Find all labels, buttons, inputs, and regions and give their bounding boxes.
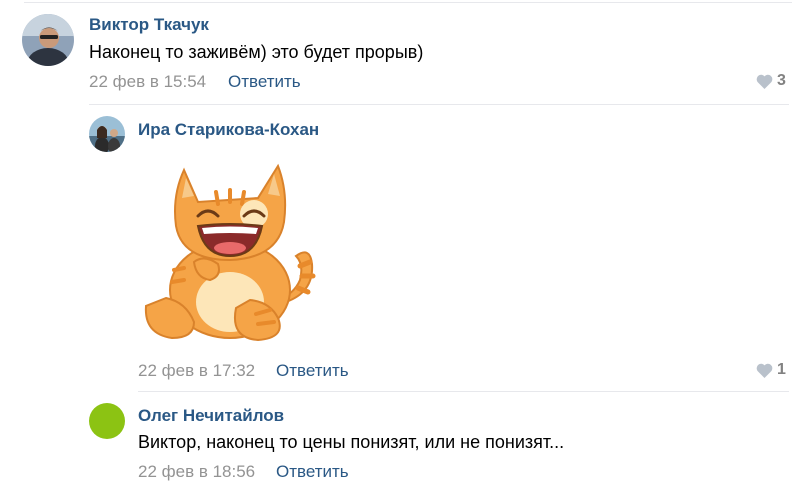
divider (89, 104, 789, 105)
avatar[interactable] (89, 403, 125, 439)
comment-text: Виктор, наконец то цены понизят, или не … (138, 432, 565, 452)
heart-icon (756, 363, 773, 378)
like-button[interactable]: 3 (756, 72, 786, 90)
reply-button[interactable]: Ответить (228, 72, 301, 92)
avatar[interactable] (22, 14, 74, 66)
laughing-cat-sticker (138, 152, 320, 349)
comment-author[interactable]: Олег Нечитайлов (138, 406, 284, 426)
comment-date[interactable]: 22 фев в 15:54 (89, 72, 206, 92)
avatar[interactable] (89, 116, 125, 152)
comment-text: Наконец то заживём) это будет прорыв) (89, 42, 424, 62)
comment-author[interactable]: Ира Старикова-Кохан (138, 120, 319, 140)
divider (24, 2, 792, 3)
heart-icon (756, 74, 773, 89)
reply-button[interactable]: Ответить (276, 361, 349, 381)
like-count: 1 (777, 361, 786, 378)
comment-date[interactable]: 22 фев в 18:56 (138, 462, 255, 482)
reply-button[interactable]: Ответить (276, 462, 349, 482)
like-count: 3 (777, 72, 786, 89)
comment-author[interactable]: Виктор Ткачук (89, 15, 209, 35)
like-button[interactable]: 1 (756, 361, 786, 379)
comment-date[interactable]: 22 фев в 17:32 (138, 361, 255, 381)
divider (138, 391, 789, 392)
